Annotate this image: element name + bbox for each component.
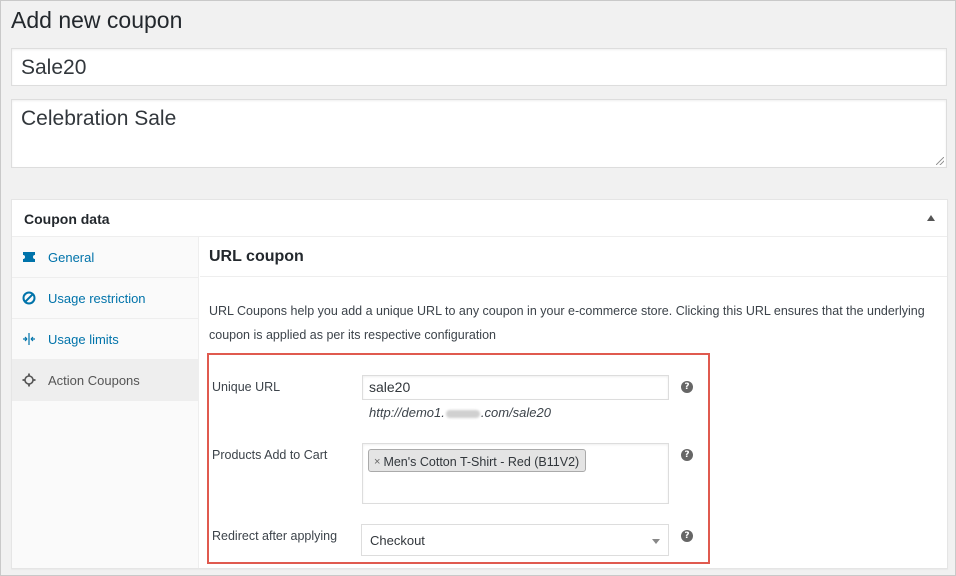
url-suffix: .com/sale20 (480, 405, 551, 420)
ticket-icon (21, 249, 37, 265)
tab-action-coupons[interactable]: Action Coupons (12, 360, 198, 401)
redirect-label: Redirect after applying (212, 529, 338, 543)
collapse-arrow-icon[interactable] (927, 215, 935, 221)
tab-usage-restriction[interactable]: Usage restriction (12, 278, 198, 319)
url-coupon-title: URL coupon (209, 248, 304, 265)
coupon-description-textarea[interactable]: Celebration Sale (11, 99, 947, 168)
tab-general[interactable]: General (12, 237, 198, 278)
resize-grip-icon[interactable] (936, 157, 944, 165)
help-icon[interactable]: ? (681, 381, 693, 393)
unique-url-label: Unique URL (212, 380, 281, 394)
tab-usage-restriction-label: Usage restriction (48, 290, 146, 306)
chevron-down-icon (652, 539, 660, 544)
url-preview: http://demo1. .com/sale20 (369, 405, 551, 420)
unique-url-input[interactable]: sale20 (362, 375, 669, 400)
url-coupon-description: URL Coupons help you add a unique URL to… (209, 304, 925, 342)
panel-divider (200, 276, 947, 277)
ban-icon (21, 290, 37, 306)
coupon-description-text: Celebration Sale (21, 107, 177, 130)
tab-action-coupons-label: Action Coupons (48, 372, 140, 388)
help-icon[interactable]: ? (681, 449, 693, 461)
coupon-data-header[interactable]: Coupon data (12, 200, 947, 237)
coupon-data-title: Coupon data (24, 211, 110, 227)
gear-icon (21, 372, 37, 388)
product-chip: × Men's Cotton T-Shirt - Red (B11V2) (368, 449, 587, 472)
coupon-code-input[interactable]: Sale20 (11, 48, 947, 86)
arrows-icon (21, 331, 37, 347)
products-select[interactable]: × Men's Cotton T-Shirt - Red (B11V2) (362, 443, 669, 504)
tab-general-label: General (48, 249, 95, 265)
chip-remove-icon[interactable]: × (374, 456, 380, 468)
coupon-data-tabs: General Usage restriction Usage limits A… (12, 237, 199, 568)
page-title: Add new coupon (11, 7, 183, 33)
help-icon[interactable]: ? (681, 530, 693, 542)
tab-usage-limits-label: Usage limits (48, 331, 119, 347)
product-chip-label: Men's Cotton T-Shirt - Red (B11V2) (383, 454, 580, 469)
redirect-dropdown[interactable]: Checkout (361, 524, 669, 556)
redirect-value: Checkout (370, 533, 425, 548)
url-prefix: http://demo1. (369, 405, 445, 420)
redacted-domain (445, 409, 480, 418)
products-label: Products Add to Cart (212, 448, 328, 462)
coupon-data-box: Coupon data General Usage restriction Us… (11, 199, 948, 569)
tab-usage-limits[interactable]: Usage limits (12, 319, 198, 360)
